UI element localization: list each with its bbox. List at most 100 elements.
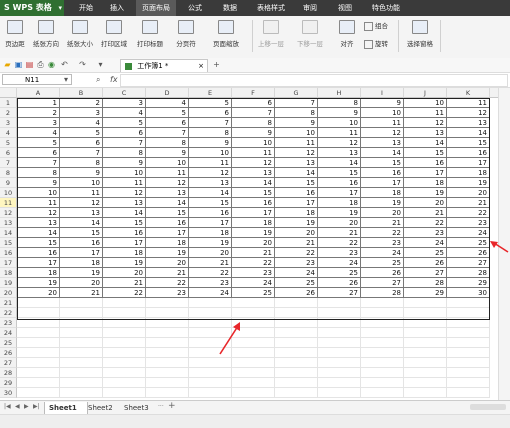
table-cell[interactable] (60, 338, 103, 348)
column-header[interactable]: F (232, 88, 275, 98)
table-cell[interactable] (447, 328, 490, 338)
sheet-tab-sheet3[interactable]: Sheet3 (120, 402, 160, 414)
table-cell[interactable] (60, 348, 103, 358)
row-header[interactable]: 6 (0, 148, 17, 158)
table-cell[interactable]: 18 (404, 178, 447, 188)
ribbon-button-send-backward[interactable]: 下移一层 (290, 18, 330, 54)
table-cell[interactable]: 25 (361, 258, 404, 268)
table-cell[interactable]: 29 (404, 288, 447, 298)
table-cell[interactable]: 7 (60, 148, 103, 158)
row-header[interactable]: 30 (0, 388, 17, 398)
table-cell[interactable]: 16 (146, 218, 189, 228)
chevron-down-icon[interactable]: ▾ (64, 75, 68, 85)
table-cell[interactable] (60, 388, 103, 398)
table-cell[interactable]: 10 (60, 178, 103, 188)
menu-tab-3[interactable]: 公式 (182, 0, 208, 16)
table-cell[interactable]: 6 (17, 148, 60, 158)
table-cell[interactable]: 10 (103, 168, 146, 178)
table-cell[interactable] (404, 388, 447, 398)
table-cell[interactable]: 16 (232, 198, 275, 208)
table-cell[interactable]: 2 (60, 98, 103, 108)
table-cell[interactable]: 11 (275, 138, 318, 148)
table-cell[interactable]: 21 (404, 208, 447, 218)
table-cell[interactable] (103, 338, 146, 348)
table-cell[interactable] (275, 358, 318, 368)
table-cell[interactable]: 14 (60, 218, 103, 228)
table-cell[interactable]: 14 (17, 228, 60, 238)
undo-icon[interactable]: ↶ (60, 60, 69, 69)
column-header[interactable]: J (404, 88, 447, 98)
table-cell[interactable] (361, 328, 404, 338)
table-cell[interactable]: 20 (404, 198, 447, 208)
row-header[interactable]: 29 (0, 378, 17, 388)
table-cell[interactable]: 10 (146, 158, 189, 168)
table-cell[interactable]: 21 (60, 288, 103, 298)
table-cell[interactable]: 16 (275, 188, 318, 198)
menu-tab-6[interactable]: 审阅 (296, 0, 324, 16)
table-cell[interactable]: 21 (318, 228, 361, 238)
table-cell[interactable]: 25 (447, 238, 490, 248)
table-cell[interactable]: 26 (447, 248, 490, 258)
row-header[interactable]: 10 (0, 188, 17, 198)
table-cell[interactable]: 15 (404, 148, 447, 158)
table-cell[interactable]: 14 (275, 168, 318, 178)
table-cell[interactable]: 15 (17, 238, 60, 248)
table-cell[interactable]: 23 (146, 288, 189, 298)
table-cell[interactable]: 18 (146, 238, 189, 248)
table-cell[interactable]: 28 (447, 268, 490, 278)
ribbon-button-align[interactable]: 对齐 (334, 18, 360, 54)
table-cell[interactable] (103, 308, 146, 318)
table-cell[interactable]: 12 (189, 168, 232, 178)
table-cell[interactable]: 21 (189, 258, 232, 268)
name-box[interactable]: N11 (2, 74, 72, 85)
row-header[interactable]: 26 (0, 348, 17, 358)
table-cell[interactable]: 19 (60, 268, 103, 278)
ribbon-button-paper-size[interactable]: 纸张大小 (64, 18, 96, 54)
row-header[interactable]: 4 (0, 128, 17, 138)
table-cell[interactable]: 9 (318, 108, 361, 118)
table-cell[interactable] (103, 348, 146, 358)
row-header[interactable]: 7 (0, 158, 17, 168)
table-cell[interactable] (318, 368, 361, 378)
menu-tab-7[interactable]: 视图 (330, 0, 360, 16)
table-cell[interactable] (318, 298, 361, 308)
table-cell[interactable]: 15 (60, 228, 103, 238)
table-cell[interactable] (17, 308, 60, 318)
table-cell[interactable] (404, 338, 447, 348)
table-cell[interactable] (447, 358, 490, 368)
table-cell[interactable]: 8 (275, 108, 318, 118)
table-cell[interactable]: 20 (103, 268, 146, 278)
table-cell[interactable] (275, 388, 318, 398)
row-header[interactable]: 1 (0, 98, 17, 108)
table-cell[interactable]: 18 (447, 168, 490, 178)
table-cell[interactable]: 23 (318, 248, 361, 258)
row-header[interactable]: 20 (0, 288, 17, 298)
table-cell[interactable] (146, 298, 189, 308)
row-header[interactable]: 3 (0, 118, 17, 128)
column-header[interactable]: C (103, 88, 146, 98)
row-header[interactable]: 25 (0, 338, 17, 348)
table-cell[interactable] (17, 318, 60, 328)
table-cell[interactable]: 10 (404, 98, 447, 108)
table-cell[interactable] (404, 378, 447, 388)
table-cell[interactable]: 11 (146, 168, 189, 178)
row-header[interactable]: 22 (0, 308, 17, 318)
table-cell[interactable]: 20 (318, 218, 361, 228)
table-cell[interactable]: 15 (361, 158, 404, 168)
table-cell[interactable]: 25 (318, 268, 361, 278)
table-cell[interactable]: 17 (146, 228, 189, 238)
row-header[interactable]: 12 (0, 208, 17, 218)
table-cell[interactable] (275, 298, 318, 308)
table-cell[interactable]: 15 (318, 168, 361, 178)
row-header[interactable]: 17 (0, 258, 17, 268)
table-cell[interactable] (146, 328, 189, 338)
last-sheet-icon[interactable]: ▶| (33, 403, 40, 410)
row-header[interactable]: 8 (0, 168, 17, 178)
table-cell[interactable]: 1 (17, 98, 60, 108)
table-cell[interactable]: 22 (275, 248, 318, 258)
table-cell[interactable]: 2 (17, 108, 60, 118)
table-cell[interactable] (447, 338, 490, 348)
table-cell[interactable] (318, 378, 361, 388)
table-cell[interactable]: 13 (17, 218, 60, 228)
table-cell[interactable] (189, 368, 232, 378)
